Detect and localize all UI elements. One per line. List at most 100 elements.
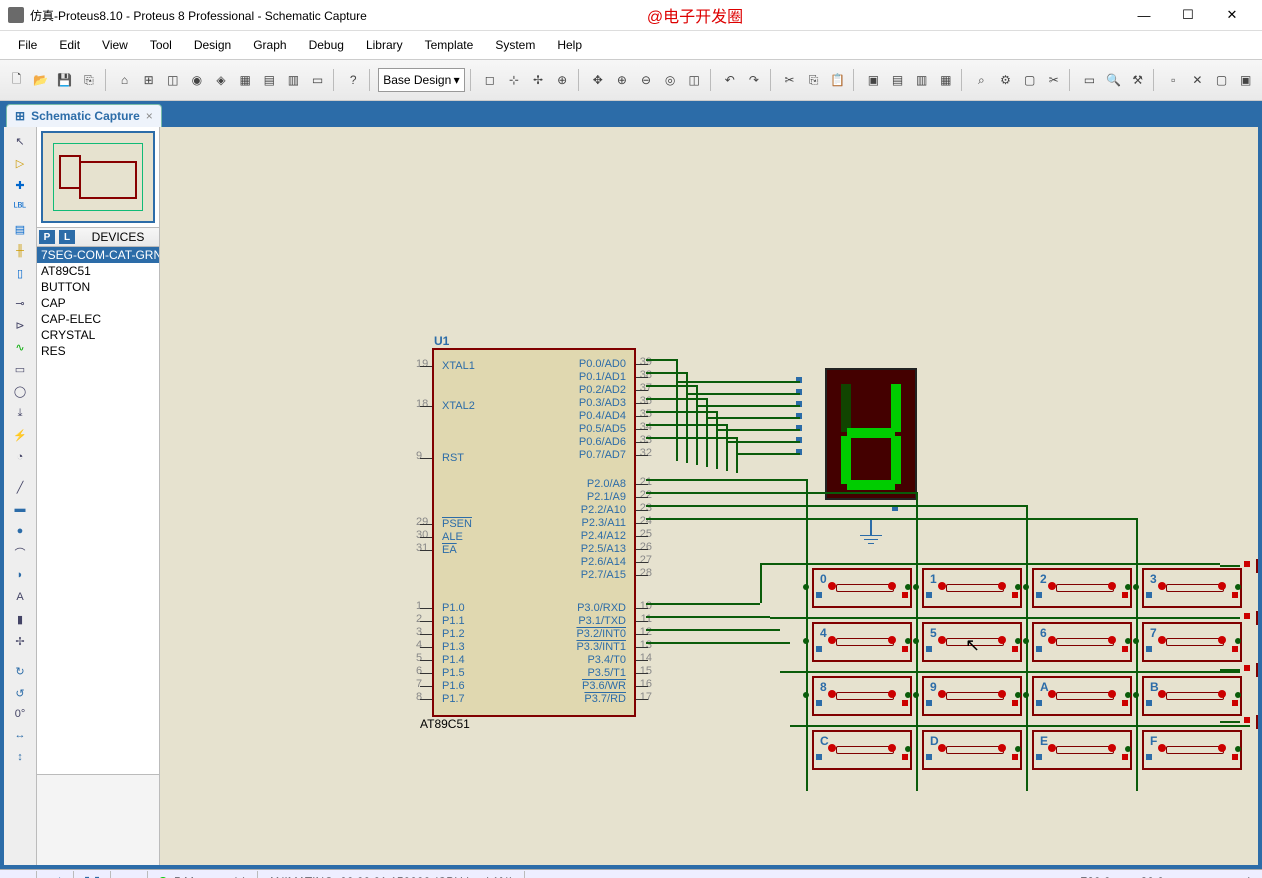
component-mode-icon[interactable]: ▷ — [8, 153, 32, 173]
cut-icon[interactable]: ✂ — [779, 68, 800, 92]
device-item[interactable]: CRYSTAL — [37, 327, 159, 343]
junction-node[interactable] — [913, 692, 919, 698]
home-icon[interactable]: ⌂ — [114, 68, 135, 92]
wire[interactable] — [646, 411, 716, 413]
3dview-icon[interactable]: ◉ — [186, 68, 207, 92]
rotate-ccw-icon[interactable]: ↺ — [8, 683, 32, 703]
wire[interactable] — [686, 393, 800, 395]
wire[interactable] — [760, 563, 1220, 565]
wire[interactable] — [760, 563, 762, 603]
menu-template[interactable]: Template — [415, 36, 484, 54]
block-delete-icon[interactable]: ▦ — [935, 68, 956, 92]
junction-node[interactable] — [1133, 638, 1139, 644]
tab-close-icon[interactable]: × — [146, 109, 153, 123]
arc-2d-icon[interactable]: ⌒ — [8, 543, 32, 563]
library-mgr-icon[interactable]: L — [59, 230, 75, 244]
key-button-5[interactable]: 5 — [922, 622, 1022, 662]
wire[interactable] — [1220, 669, 1240, 671]
overview-preview[interactable] — [41, 131, 155, 223]
zoom-area-icon[interactable]: ◫ — [684, 68, 705, 92]
key-button-C[interactable]: C — [812, 730, 912, 770]
graph-mode-icon[interactable]: ∿ — [8, 337, 32, 357]
paste-icon[interactable]: 📋 — [827, 68, 848, 92]
wire[interactable] — [770, 617, 1230, 619]
key-button-E[interactable]: E — [1032, 730, 1132, 770]
device-item[interactable]: CAP-ELEC — [37, 311, 159, 327]
key-button-7[interactable]: 7 — [1142, 622, 1242, 662]
menu-file[interactable]: File — [8, 36, 47, 54]
junction-node[interactable] — [1235, 584, 1241, 590]
wire[interactable] — [1026, 563, 1028, 791]
junction-node[interactable] — [913, 584, 919, 590]
grid-icon[interactable]: ⊹ — [503, 68, 524, 92]
undo-icon[interactable]: ↶ — [719, 68, 740, 92]
key-button-B[interactable]: B — [1142, 676, 1242, 716]
del-sheet-icon[interactable]: ✕ — [1187, 68, 1208, 92]
resistor-R11[interactable]: R1147k — [1254, 653, 1258, 695]
library-icon[interactable]: ⚙ — [995, 68, 1016, 92]
junction-node[interactable] — [905, 746, 911, 752]
junction-node[interactable] — [1125, 692, 1131, 698]
wire[interactable] — [696, 405, 800, 407]
play-button[interactable]: ▶ — [0, 871, 36, 878]
schematic-icon[interactable]: ⊞ — [138, 68, 159, 92]
device-item[interactable]: AT89C51 — [37, 263, 159, 279]
menu-system[interactable]: System — [485, 36, 545, 54]
origin-icon[interactable]: ✢ — [527, 68, 548, 92]
junction-node[interactable] — [803, 692, 809, 698]
wire[interactable] — [646, 479, 806, 481]
buses-mode-icon[interactable]: ╫ — [8, 241, 32, 261]
marker-2d-icon[interactable]: ✢ — [8, 631, 32, 651]
menu-edit[interactable]: Edit — [49, 36, 90, 54]
key-button-D[interactable]: D — [922, 730, 1022, 770]
wire[interactable] — [790, 725, 1250, 727]
import-icon[interactable]: ⎘ — [78, 68, 99, 92]
minimize-button[interactable]: — — [1122, 0, 1166, 30]
junction-node[interactable] — [1023, 638, 1029, 644]
block-move-icon[interactable]: ▤ — [887, 68, 908, 92]
schematic-canvas[interactable]: U1 AT89C51 XTAL119XTAL218RST9PSEN29ALE30… — [160, 127, 1258, 865]
tool-icon[interactable]: ▥ — [283, 68, 304, 92]
menu-design[interactable]: Design — [184, 36, 241, 54]
line-2d-icon[interactable]: ╱ — [8, 477, 32, 497]
mirror-v-icon[interactable]: ↕ — [8, 747, 32, 767]
mirror-h-icon[interactable]: ↔ — [8, 725, 32, 745]
open-file-icon[interactable]: 📂 — [30, 68, 51, 92]
wire[interactable] — [736, 453, 800, 455]
wire[interactable] — [706, 417, 800, 419]
goto-sheet-icon[interactable]: ▢ — [1211, 68, 1232, 92]
junction-node[interactable] — [1015, 746, 1021, 752]
exit-sheet-icon[interactable]: ▣ — [1235, 68, 1256, 92]
junction-node[interactable] — [1235, 692, 1241, 698]
step-button[interactable]: ▶| — [37, 871, 73, 878]
maximize-button[interactable]: ☐ — [1166, 0, 1210, 30]
wire[interactable] — [736, 437, 738, 473]
bom-icon[interactable]: ▤ — [259, 68, 280, 92]
key-button-8[interactable]: 8 — [812, 676, 912, 716]
close-button[interactable]: ✕ — [1210, 0, 1254, 30]
rotation-angle[interactable]: 0° — [8, 705, 32, 723]
devices-list[interactable]: 7SEG-COM-CAT-GRNAT89C51BUTTONCAPCAP-ELEC… — [37, 247, 159, 774]
wire[interactable] — [806, 563, 808, 791]
pan-icon[interactable]: ✥ — [587, 68, 608, 92]
device-item[interactable]: RES — [37, 343, 159, 359]
redo-icon[interactable]: ↷ — [743, 68, 764, 92]
junction-node[interactable] — [1133, 584, 1139, 590]
junction-node[interactable] — [905, 638, 911, 644]
help-icon[interactable]: ? — [343, 68, 364, 92]
package-icon[interactable]: ▢ — [1019, 68, 1040, 92]
generator-mode-icon[interactable]: ◯ — [8, 381, 32, 401]
key-button-1[interactable]: 1 — [922, 568, 1022, 608]
junction-node[interactable] — [1235, 746, 1241, 752]
wire[interactable] — [676, 381, 800, 383]
design-variant-select[interactable]: Base Design ▾ — [378, 68, 464, 92]
device-item[interactable]: 7SEG-COM-CAT-GRN — [37, 247, 159, 263]
new-sheet-icon[interactable]: ▫ — [1163, 68, 1184, 92]
junction-node[interactable] — [1125, 638, 1131, 644]
tape-mode-icon[interactable]: ▭ — [8, 359, 32, 379]
junction-node[interactable] — [905, 584, 911, 590]
wire[interactable] — [646, 616, 770, 618]
junction-node[interactable] — [1125, 746, 1131, 752]
wire[interactable] — [646, 359, 676, 361]
junction-node[interactable] — [803, 638, 809, 644]
